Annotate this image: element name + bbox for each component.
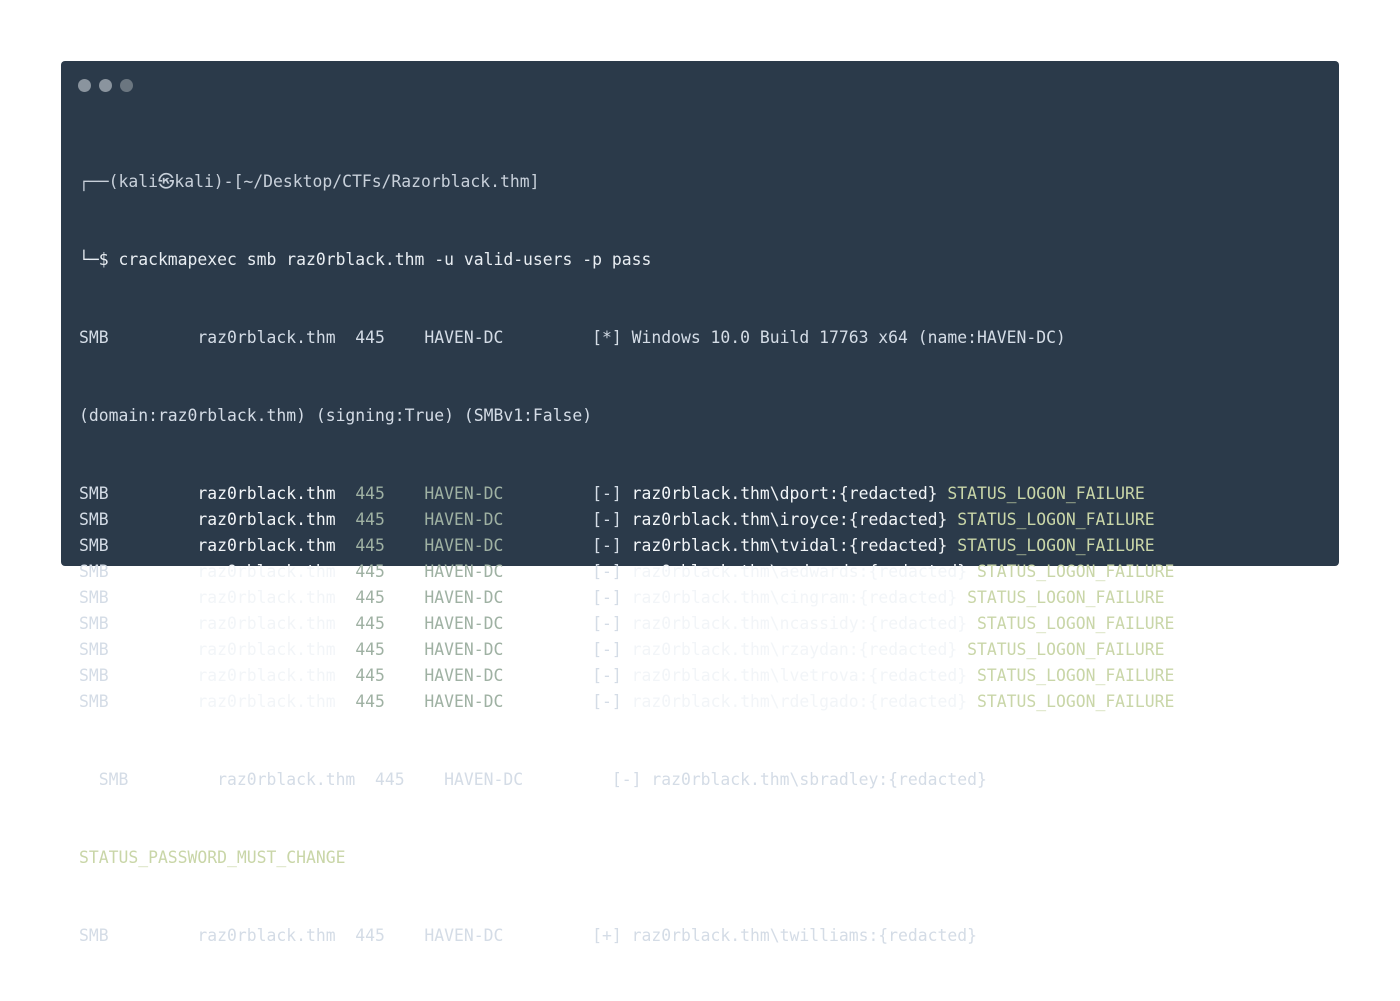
row-mark: [-] bbox=[592, 614, 632, 633]
row-proto: SMB bbox=[79, 536, 198, 555]
row-status: STATUS_LOGON_FAILURE bbox=[947, 484, 1145, 503]
info-line: SMB raz0rblack.thm 445 HAVEN-DC [*] Wind… bbox=[79, 328, 1066, 347]
row-status: STATUS_LOGON_FAILURE bbox=[977, 692, 1175, 711]
minimize-dot-icon[interactable] bbox=[99, 79, 112, 92]
row-host: raz0rblack.thm bbox=[197, 640, 356, 659]
row-status: STATUS_LOGON_FAILURE bbox=[957, 510, 1155, 529]
row-mark: [-] bbox=[592, 562, 632, 581]
row-proto: SMB bbox=[79, 640, 198, 659]
prompt-top-line: ┌──(kali㉿kali)-[~/Desktop/CTFs/Razorblac… bbox=[79, 172, 540, 191]
row-cred: raz0rblack.thm\aedwards:{redacted} bbox=[631, 562, 978, 581]
window-controls bbox=[78, 79, 133, 92]
terminal-window: ┌──(kali㉿kali)-[~/Desktop/CTFs/Razorblac… bbox=[61, 61, 1339, 945]
row-port: 445 bbox=[355, 562, 425, 581]
twilliams-line: SMB raz0rblack.thm 445 HAVEN-DC [+] raz0… bbox=[79, 926, 977, 945]
row-host: raz0rblack.thm bbox=[197, 510, 356, 529]
row-proto: SMB bbox=[79, 484, 198, 503]
row-proto: SMB bbox=[79, 614, 198, 633]
row-cred: raz0rblack.thm\cingram:{redacted} bbox=[631, 588, 968, 607]
row-proto: SMB bbox=[79, 692, 198, 711]
table-row: SMB raz0rblack.thm 445 HAVEN-DC [-] raz0… bbox=[79, 637, 1327, 663]
row-status: STATUS_LOGON_FAILURE bbox=[977, 666, 1175, 685]
row-port: 445 bbox=[355, 484, 425, 503]
row-host: raz0rblack.thm bbox=[197, 536, 356, 555]
row-port: 445 bbox=[355, 640, 425, 659]
row-name: HAVEN-DC bbox=[424, 484, 593, 503]
row-status: STATUS_LOGON_FAILURE bbox=[977, 562, 1175, 581]
sbradley-status: STATUS_PASSWORD_MUST_CHANGE bbox=[79, 848, 346, 867]
row-host: raz0rblack.thm bbox=[197, 484, 356, 503]
row-mark: [-] bbox=[592, 640, 632, 659]
row-proto: SMB bbox=[79, 562, 198, 581]
row-proto: SMB bbox=[79, 510, 198, 529]
table-row: SMB raz0rblack.thm 445 HAVEN-DC [-] raz0… bbox=[79, 507, 1327, 533]
row-name: HAVEN-DC bbox=[424, 562, 593, 581]
row-port: 445 bbox=[355, 510, 425, 529]
row-cred: raz0rblack.thm\lvetrova:{redacted} bbox=[631, 666, 978, 685]
row-status: STATUS_LOGON_FAILURE bbox=[957, 536, 1155, 555]
row-name: HAVEN-DC bbox=[424, 666, 593, 685]
row-name: HAVEN-DC bbox=[424, 510, 593, 529]
table-row: SMB raz0rblack.thm 445 HAVEN-DC [-] raz0… bbox=[79, 559, 1327, 585]
table-row: SMB raz0rblack.thm 445 HAVEN-DC [-] raz0… bbox=[79, 481, 1327, 507]
row-proto: SMB bbox=[79, 588, 198, 607]
row-name: HAVEN-DC bbox=[424, 536, 593, 555]
row-mark: [-] bbox=[592, 536, 632, 555]
row-status: STATUS_LOGON_FAILURE bbox=[967, 640, 1165, 659]
sbradley-line: SMB raz0rblack.thm 445 HAVEN-DC [-] raz0… bbox=[79, 770, 987, 789]
row-port: 445 bbox=[355, 536, 425, 555]
row-mark: [-] bbox=[592, 588, 632, 607]
row-port: 445 bbox=[355, 666, 425, 685]
row-mark: [-] bbox=[592, 692, 632, 711]
row-proto: SMB bbox=[79, 666, 198, 685]
table-row: SMB raz0rblack.thm 445 HAVEN-DC [-] raz0… bbox=[79, 585, 1327, 611]
row-port: 445 bbox=[355, 588, 425, 607]
row-cred: raz0rblack.thm\tvidal:{redacted} bbox=[631, 536, 958, 555]
row-status: STATUS_LOGON_FAILURE bbox=[977, 614, 1175, 633]
row-cred: raz0rblack.thm\dport:{redacted} bbox=[631, 484, 948, 503]
row-mark: [-] bbox=[592, 484, 632, 503]
result-rows: SMB raz0rblack.thm 445 HAVEN-DC [-] raz0… bbox=[79, 481, 1327, 715]
info-line-continued: (domain:raz0rblack.thm) (signing:True) (… bbox=[79, 406, 593, 425]
close-dot-icon[interactable] bbox=[78, 79, 91, 92]
row-host: raz0rblack.thm bbox=[197, 666, 356, 685]
command-line: └─$ crackmapexec smb raz0rblack.thm -u v… bbox=[79, 250, 652, 269]
row-cred: raz0rblack.thm\rdelgado:{redacted} bbox=[631, 692, 978, 711]
row-port: 445 bbox=[355, 692, 425, 711]
row-name: HAVEN-DC bbox=[424, 640, 593, 659]
table-row: SMB raz0rblack.thm 445 HAVEN-DC [-] raz0… bbox=[79, 533, 1327, 559]
row-cred: raz0rblack.thm\iroyce:{redacted} bbox=[631, 510, 958, 529]
row-name: HAVEN-DC bbox=[424, 614, 593, 633]
row-port: 445 bbox=[355, 614, 425, 633]
table-row: SMB raz0rblack.thm 445 HAVEN-DC [-] raz0… bbox=[79, 611, 1327, 637]
table-row: SMB raz0rblack.thm 445 HAVEN-DC [-] raz0… bbox=[79, 689, 1327, 715]
row-host: raz0rblack.thm bbox=[197, 562, 356, 581]
row-host: raz0rblack.thm bbox=[197, 588, 356, 607]
row-host: raz0rblack.thm bbox=[197, 692, 356, 711]
row-host: raz0rblack.thm bbox=[197, 614, 356, 633]
terminal-output[interactable]: ┌──(kali㉿kali)-[~/Desktop/CTFs/Razorblac… bbox=[79, 117, 1327, 1001]
row-name: HAVEN-DC bbox=[424, 692, 593, 711]
row-name: HAVEN-DC bbox=[424, 588, 593, 607]
maximize-dot-icon[interactable] bbox=[120, 79, 133, 92]
row-status: STATUS_LOGON_FAILURE bbox=[967, 588, 1165, 607]
row-cred: raz0rblack.thm\ncassidy:{redacted} bbox=[631, 614, 978, 633]
row-cred: raz0rblack.thm\rzaydan:{redacted} bbox=[631, 640, 968, 659]
row-mark: [-] bbox=[592, 666, 632, 685]
table-row: SMB raz0rblack.thm 445 HAVEN-DC [-] raz0… bbox=[79, 663, 1327, 689]
row-mark: [-] bbox=[592, 510, 632, 529]
